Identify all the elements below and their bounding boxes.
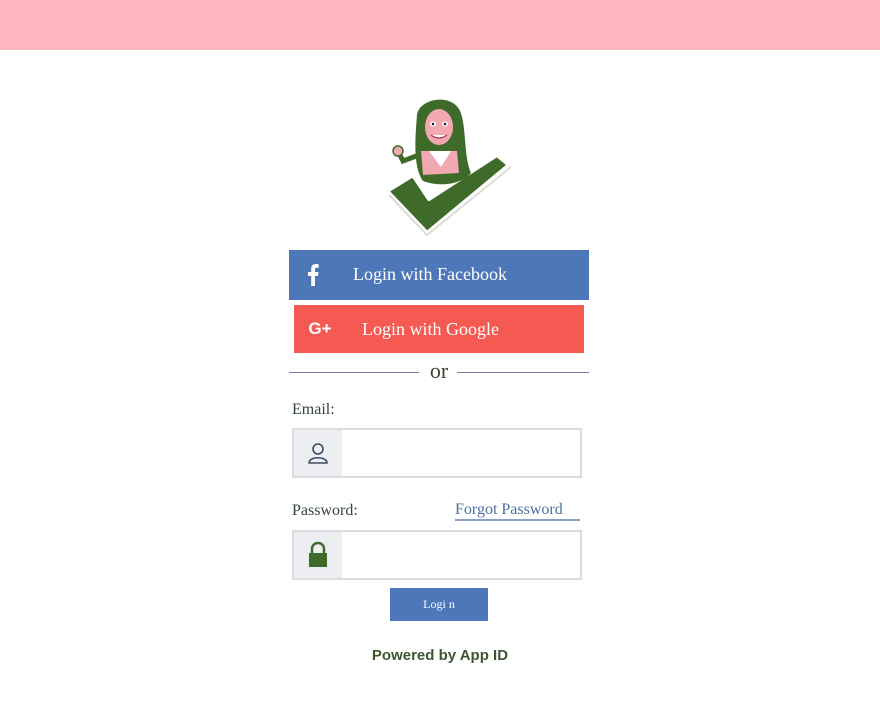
google-button-label: Login with Google (362, 319, 499, 339)
email-input[interactable] (342, 430, 580, 476)
password-input[interactable] (342, 532, 580, 578)
password-field-group (292, 530, 582, 580)
google-plus-icon: G+ (308, 319, 332, 338)
password-label: Password: (292, 502, 358, 519)
email-field-group (292, 428, 582, 478)
forgot-password-link[interactable]: Forgot Password (455, 501, 580, 521)
facebook-icon (305, 263, 321, 287)
lock-icon (294, 532, 342, 578)
user-icon (294, 430, 342, 476)
login-button[interactable]: Logi n (390, 588, 488, 621)
divider-line-right (457, 372, 589, 373)
divider-text: or (429, 358, 449, 383)
login-with-facebook-button[interactable]: Login with Facebook (289, 250, 589, 300)
powered-by-text: Powered by App ID (371, 647, 509, 664)
login-with-google-button[interactable]: G+ Login with Google (294, 305, 584, 353)
email-label: Email: (292, 401, 335, 418)
facebook-button-label: Login with Facebook (353, 264, 507, 284)
or-divider: or (289, 358, 589, 386)
top-bar (0, 0, 880, 50)
divider-line-left (289, 372, 419, 373)
avatar-checkmark-logo (379, 95, 514, 237)
